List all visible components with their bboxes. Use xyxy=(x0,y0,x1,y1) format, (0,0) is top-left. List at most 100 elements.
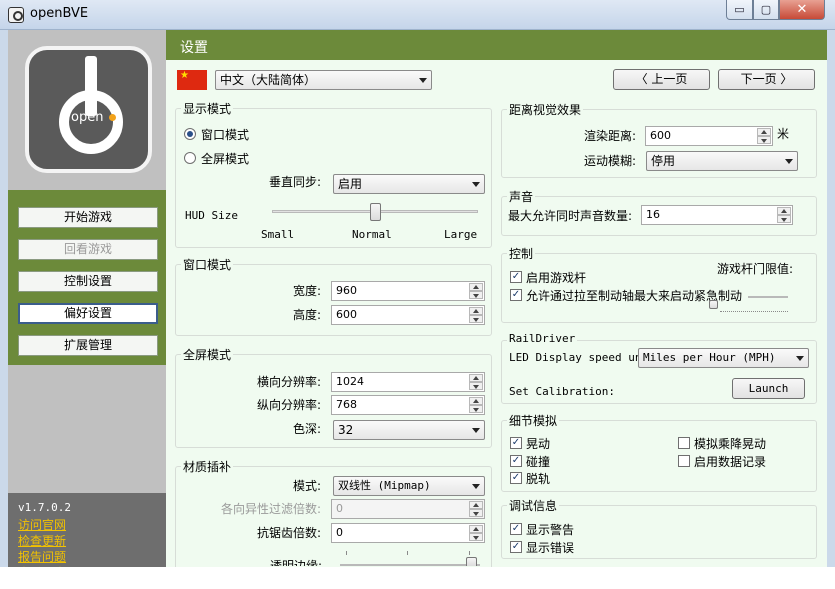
prev-page-button[interactable]: 〈 上一页 xyxy=(613,69,710,90)
joystick-threshold-track[interactable] xyxy=(748,296,788,298)
collision-checkbox[interactable]: ✓ xyxy=(510,455,522,467)
down-arrow-icon[interactable] xyxy=(469,382,483,390)
link-visit-website[interactable]: 访问官网 xyxy=(18,516,66,533)
hud-size-label: HUD Size xyxy=(185,209,238,222)
show-errors-checkbox[interactable]: ✓ xyxy=(510,541,522,553)
motion-blur-select[interactable]: 停用 xyxy=(646,151,798,171)
fullscreen-label: 全屏模式 xyxy=(201,152,250,166)
down-arrow-icon[interactable] xyxy=(469,405,483,413)
window-bottom-edge xyxy=(166,567,835,589)
up-arrow-icon[interactable] xyxy=(469,307,483,315)
anisotropic-label: 各向异性过滤倍数: xyxy=(221,502,322,516)
max-sounds-value: 16 xyxy=(646,208,660,221)
china-flag-icon xyxy=(177,70,207,90)
joystick-threshold-label: 游戏杆门限值: xyxy=(717,262,794,276)
joystick-checkbox[interactable]: ✓ xyxy=(510,271,522,283)
anisotropic-stepper: 0 xyxy=(331,499,485,519)
debug-title: 调试信息 xyxy=(507,497,560,514)
max-sounds-label: 最大允许同时声音数量: xyxy=(508,209,633,223)
chevron-down-icon xyxy=(472,182,480,187)
antialias-stepper[interactable]: 0 xyxy=(331,523,485,543)
sidebar-item-start-game[interactable]: 开始游戏 xyxy=(18,207,158,228)
hud-large-label: Large xyxy=(444,228,478,241)
up-arrow-icon[interactable] xyxy=(469,397,483,405)
up-arrow-icon[interactable] xyxy=(469,374,483,382)
color-depth-select[interactable]: 32 xyxy=(333,420,485,440)
vres-stepper[interactable]: 768 xyxy=(331,395,485,415)
color-depth-label: 色深: xyxy=(293,422,322,436)
hud-small-label: Small xyxy=(261,228,295,241)
show-warnings-checkbox[interactable]: ✓ xyxy=(510,523,522,535)
led-speed-value: Miles per Hour (MPH) xyxy=(643,351,776,364)
joystick-label: 启用游戏杆 xyxy=(526,271,587,285)
led-speed-label: LED Display speed unit xyxy=(509,351,655,364)
hres-label: 横向分辨率: xyxy=(257,375,322,389)
calibration-label: Set Calibration: xyxy=(509,385,615,398)
display-mode-title: 显示模式 xyxy=(181,100,234,117)
down-arrow-icon[interactable] xyxy=(469,291,483,299)
sidebar-item-options[interactable]: 偏好设置 xyxy=(18,303,158,324)
up-arrow-icon[interactable] xyxy=(469,283,483,291)
window-title: openBVE xyxy=(30,6,89,21)
transparency-thumb[interactable] xyxy=(466,557,477,566)
hud-size-thumb[interactable] xyxy=(369,203,381,221)
transparency-tick xyxy=(407,551,408,555)
chevron-down-icon xyxy=(785,159,793,164)
window-mode-title: 窗口模式 xyxy=(181,256,234,273)
page-header xyxy=(166,30,827,60)
minimize-button[interactable]: ▭ xyxy=(726,0,753,20)
chevron-down-icon xyxy=(419,78,427,83)
motion-blur-value: 停用 xyxy=(651,154,676,168)
emergency-brake-checkbox[interactable]: ✓ xyxy=(510,289,522,301)
openbve-logo: open xyxy=(25,46,152,173)
close-button[interactable]: ✕ xyxy=(779,0,825,20)
down-arrow-icon[interactable] xyxy=(777,215,791,223)
logo-text: open xyxy=(71,110,104,125)
joystick-threshold-thumb[interactable] xyxy=(709,300,718,309)
led-speed-select[interactable]: Miles per Hour (MPH) xyxy=(638,348,809,368)
max-sounds-stepper[interactable]: 16 xyxy=(641,205,793,225)
width-stepper[interactable]: 960 xyxy=(331,281,485,301)
interpolation-select[interactable]: 双线性 (Mipmap) xyxy=(333,476,485,496)
language-select[interactable]: 中文（大陆简体） xyxy=(215,70,432,90)
render-distance-label: 渲染距离: xyxy=(584,129,637,143)
boarding-sway-checkbox[interactable] xyxy=(678,437,690,449)
height-label: 高度: xyxy=(293,308,322,322)
vsync-select[interactable]: 启用 xyxy=(333,174,485,194)
language-select-value: 中文（大陆简体） xyxy=(220,73,317,87)
antialias-label: 抗锯齿倍数: xyxy=(257,526,322,540)
next-page-button[interactable]: 下一页 〉 xyxy=(718,69,815,90)
hres-stepper[interactable]: 1024 xyxy=(331,372,485,392)
up-arrow-icon[interactable] xyxy=(757,128,771,136)
show-warnings-label: 显示警告 xyxy=(526,523,575,537)
up-arrow-icon[interactable] xyxy=(777,207,791,215)
sway-checkbox[interactable]: ✓ xyxy=(510,437,522,449)
fullscreen-mode-title: 全屏模式 xyxy=(181,346,234,363)
maximize-button[interactable]: ▢ xyxy=(753,0,779,20)
derail-checkbox[interactable]: ✓ xyxy=(510,472,522,484)
version-label: v1.7.0.2 xyxy=(18,501,71,514)
windowed-radio[interactable] xyxy=(184,128,196,140)
data-logging-checkbox[interactable] xyxy=(678,455,690,467)
fullscreen-radio[interactable] xyxy=(184,152,196,164)
hud-normal-label: Normal xyxy=(352,228,392,241)
transparency-track[interactable] xyxy=(340,564,480,566)
sound-title: 声音 xyxy=(507,188,536,205)
sway-label: 晃动 xyxy=(526,437,551,451)
render-distance-stepper[interactable]: 600 xyxy=(645,126,773,146)
up-arrow-icon[interactable] xyxy=(469,525,483,533)
height-value: 600 xyxy=(336,308,357,321)
down-arrow-icon xyxy=(469,509,483,517)
height-stepper[interactable]: 600 xyxy=(331,305,485,325)
launch-button[interactable]: Launch xyxy=(732,378,805,399)
down-arrow-icon[interactable] xyxy=(469,533,483,541)
down-arrow-icon[interactable] xyxy=(757,136,771,144)
color-depth-value: 32 xyxy=(338,423,354,437)
sidebar-item-packages[interactable]: 扩展管理 xyxy=(18,335,158,356)
windowed-label: 窗口模式 xyxy=(201,128,250,142)
sidebar-item-controls[interactable]: 控制设置 xyxy=(18,271,158,292)
link-report-problem[interactable]: 报告问题 xyxy=(18,548,66,565)
down-arrow-icon[interactable] xyxy=(469,315,483,323)
render-distance-value: 600 xyxy=(650,129,671,142)
link-check-updates[interactable]: 检查更新 xyxy=(18,532,66,549)
